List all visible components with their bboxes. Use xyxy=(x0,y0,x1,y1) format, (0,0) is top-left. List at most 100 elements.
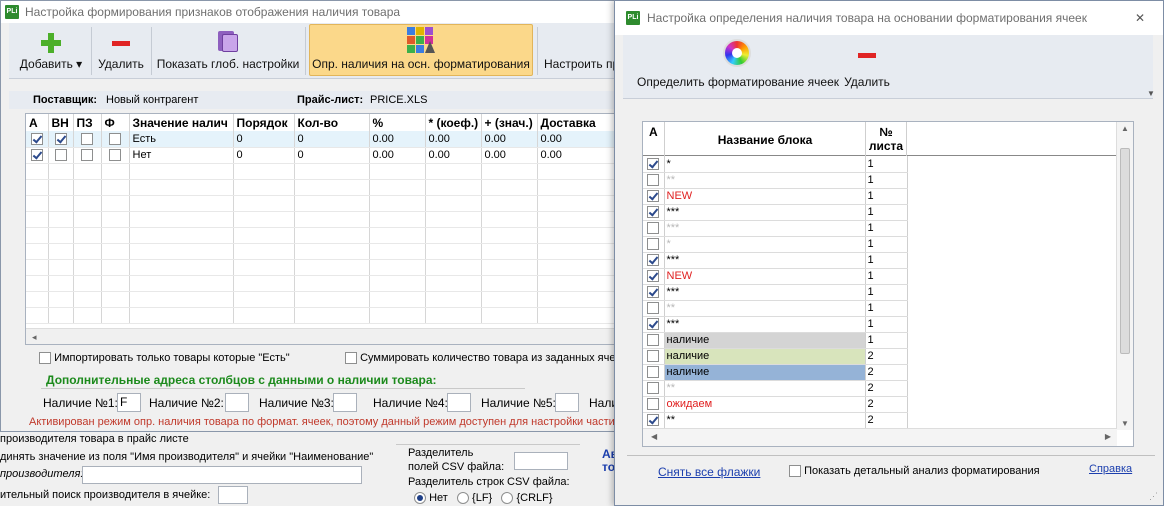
import-only-checkbox[interactable]: Импортировать только товары которые "Ест… xyxy=(39,352,290,365)
close-button[interactable]: ✕ xyxy=(1135,1,1145,35)
column-header[interactable]: А xyxy=(26,114,49,131)
block-sheet[interactable]: 1 xyxy=(865,284,908,301)
block-row[interactable]: *** 1 xyxy=(643,252,908,269)
checkbox[interactable] xyxy=(54,149,67,162)
availability-input-4[interactable] xyxy=(447,393,471,412)
cell-coef[interactable]: 0.00 xyxy=(425,147,482,164)
scroll-thumb[interactable] xyxy=(1120,148,1130,354)
block-name[interactable]: *** xyxy=(664,316,866,333)
block-row-check-cell[interactable] xyxy=(643,204,665,221)
block-checkbox[interactable] xyxy=(647,174,660,187)
help-link[interactable]: Справка xyxy=(1089,463,1132,475)
block-row[interactable]: * 1 xyxy=(643,236,908,253)
radio-lf[interactable] xyxy=(456,492,469,505)
block-checkbox[interactable] xyxy=(647,414,660,427)
row-checkbox-vn[interactable] xyxy=(48,131,74,148)
row-checkbox-pz[interactable] xyxy=(73,147,102,164)
block-sheet[interactable]: 1 xyxy=(865,220,908,237)
column-header[interactable]: ПЗ xyxy=(73,114,102,131)
block-sheet[interactable]: 2 xyxy=(865,412,908,429)
block-row-check-cell[interactable] xyxy=(643,348,665,365)
block-name[interactable]: *** xyxy=(664,284,866,301)
blocks-horizontal-scrollbar[interactable]: ◀ ▶ xyxy=(643,428,1117,446)
block-sheet[interactable]: 2 xyxy=(865,396,908,413)
block-row[interactable]: наличие 2 xyxy=(643,364,908,381)
cell-pct[interactable]: 0.00 xyxy=(369,131,426,148)
sum-qty-box[interactable] xyxy=(345,352,357,365)
csv-fields-input[interactable] xyxy=(514,452,568,470)
table-row[interactable]: Нет 0 0 0.00 0.00 0.00 0.00 xyxy=(26,147,627,164)
cell-delivery[interactable]: 0.00 xyxy=(537,131,627,148)
checkbox[interactable] xyxy=(81,132,93,145)
block-name[interactable]: *** xyxy=(664,252,866,269)
block-sheet[interactable]: 1 xyxy=(865,316,908,333)
cell-add[interactable]: 0.00 xyxy=(481,147,538,164)
block-sheet[interactable]: 1 xyxy=(865,156,908,173)
block-sheet[interactable]: 1 xyxy=(865,172,908,189)
block-row[interactable]: наличие 2 xyxy=(643,348,908,365)
availability-input-1[interactable]: F xyxy=(117,393,141,412)
block-row-check-cell[interactable] xyxy=(643,300,665,317)
cell-order[interactable]: 0 xyxy=(233,131,295,148)
toolbar-overflow-icon[interactable]: ▼ xyxy=(1147,89,1155,98)
import-only-box[interactable] xyxy=(39,352,51,365)
block-row-check-cell[interactable] xyxy=(643,396,665,413)
block-checkbox[interactable] xyxy=(647,190,660,203)
column-header[interactable]: Кол-во xyxy=(294,114,370,131)
block-row[interactable]: *** 1 xyxy=(643,316,908,333)
block-row-check-cell[interactable] xyxy=(643,364,665,381)
block-sheet[interactable]: 2 xyxy=(865,364,908,381)
block-name[interactable]: наличие xyxy=(664,364,866,381)
block-row[interactable]: *** 1 xyxy=(643,284,908,301)
block-name[interactable]: наличие xyxy=(664,332,866,349)
block-name[interactable]: *** xyxy=(664,220,866,237)
block-row-check-cell[interactable] xyxy=(643,380,665,397)
row-checkbox-pz[interactable] xyxy=(73,131,102,148)
checkbox[interactable] xyxy=(109,149,121,162)
block-name[interactable]: * xyxy=(664,236,866,253)
row-checkbox-vn[interactable] xyxy=(48,147,74,164)
block-row[interactable]: ** 1 xyxy=(643,300,908,317)
availability-input-2[interactable] xyxy=(225,393,249,412)
column-header[interactable]: ВН xyxy=(48,114,74,131)
cell-add[interactable]: 0.00 xyxy=(481,131,538,148)
block-name[interactable]: ** xyxy=(664,300,866,317)
block-checkbox[interactable] xyxy=(647,334,660,347)
block-row-check-cell[interactable] xyxy=(643,284,665,301)
block-sheet[interactable]: 1 xyxy=(865,188,908,205)
block-checkbox[interactable] xyxy=(647,350,660,363)
block-row[interactable]: ожидаем 2 xyxy=(643,396,908,413)
column-header[interactable]: % xyxy=(369,114,426,131)
block-checkbox[interactable] xyxy=(647,366,660,379)
block-row[interactable]: * 1 xyxy=(643,156,908,173)
show-global-settings-button[interactable]: Показать глоб. настройки xyxy=(155,25,301,75)
block-checkbox[interactable] xyxy=(647,286,660,299)
block-sheet[interactable]: 1 xyxy=(865,300,908,317)
block-sheet[interactable]: 1 xyxy=(865,332,908,349)
block-name[interactable]: NEW xyxy=(664,188,866,205)
row-checkbox-a[interactable] xyxy=(26,147,49,164)
by-formatting-button[interactable]: Опр. наличия на осн. форматирования xyxy=(309,24,533,76)
grid-horizontal-scrollbar[interactable]: ◂ xyxy=(26,328,640,344)
detect-formatting-button[interactable]: Определить форматирование ячеек xyxy=(637,37,839,93)
row-checkbox-f[interactable] xyxy=(101,131,130,148)
cell-qty[interactable]: 0 xyxy=(294,131,370,148)
block-sheet[interactable]: 2 xyxy=(865,380,908,397)
block-name[interactable]: ** xyxy=(664,172,866,189)
block-checkbox[interactable] xyxy=(647,318,660,331)
sum-qty-checkbox[interactable]: Суммировать количество товара из заданны… xyxy=(345,352,641,365)
block-row-check-cell[interactable] xyxy=(643,332,665,349)
block-row-check-cell[interactable] xyxy=(643,220,665,237)
column-header[interactable]: Порядок xyxy=(233,114,295,131)
row-checkbox-a[interactable] xyxy=(26,131,49,148)
block-name[interactable]: ожидаем xyxy=(664,396,866,413)
block-checkbox[interactable] xyxy=(647,157,660,170)
cell-value[interactable]: Есть xyxy=(129,131,234,148)
block-sheet[interactable]: 1 xyxy=(865,252,908,269)
blocks-vertical-scrollbar[interactable]: ▲ ▼ xyxy=(1116,122,1133,430)
add-button[interactable]: Добавить ▾ xyxy=(17,25,85,75)
column-header[interactable]: Ф xyxy=(101,114,130,131)
block-name[interactable]: *** xyxy=(664,204,866,221)
cell-delivery[interactable]: 0.00 xyxy=(537,147,627,164)
block-sheet[interactable]: 1 xyxy=(865,204,908,221)
